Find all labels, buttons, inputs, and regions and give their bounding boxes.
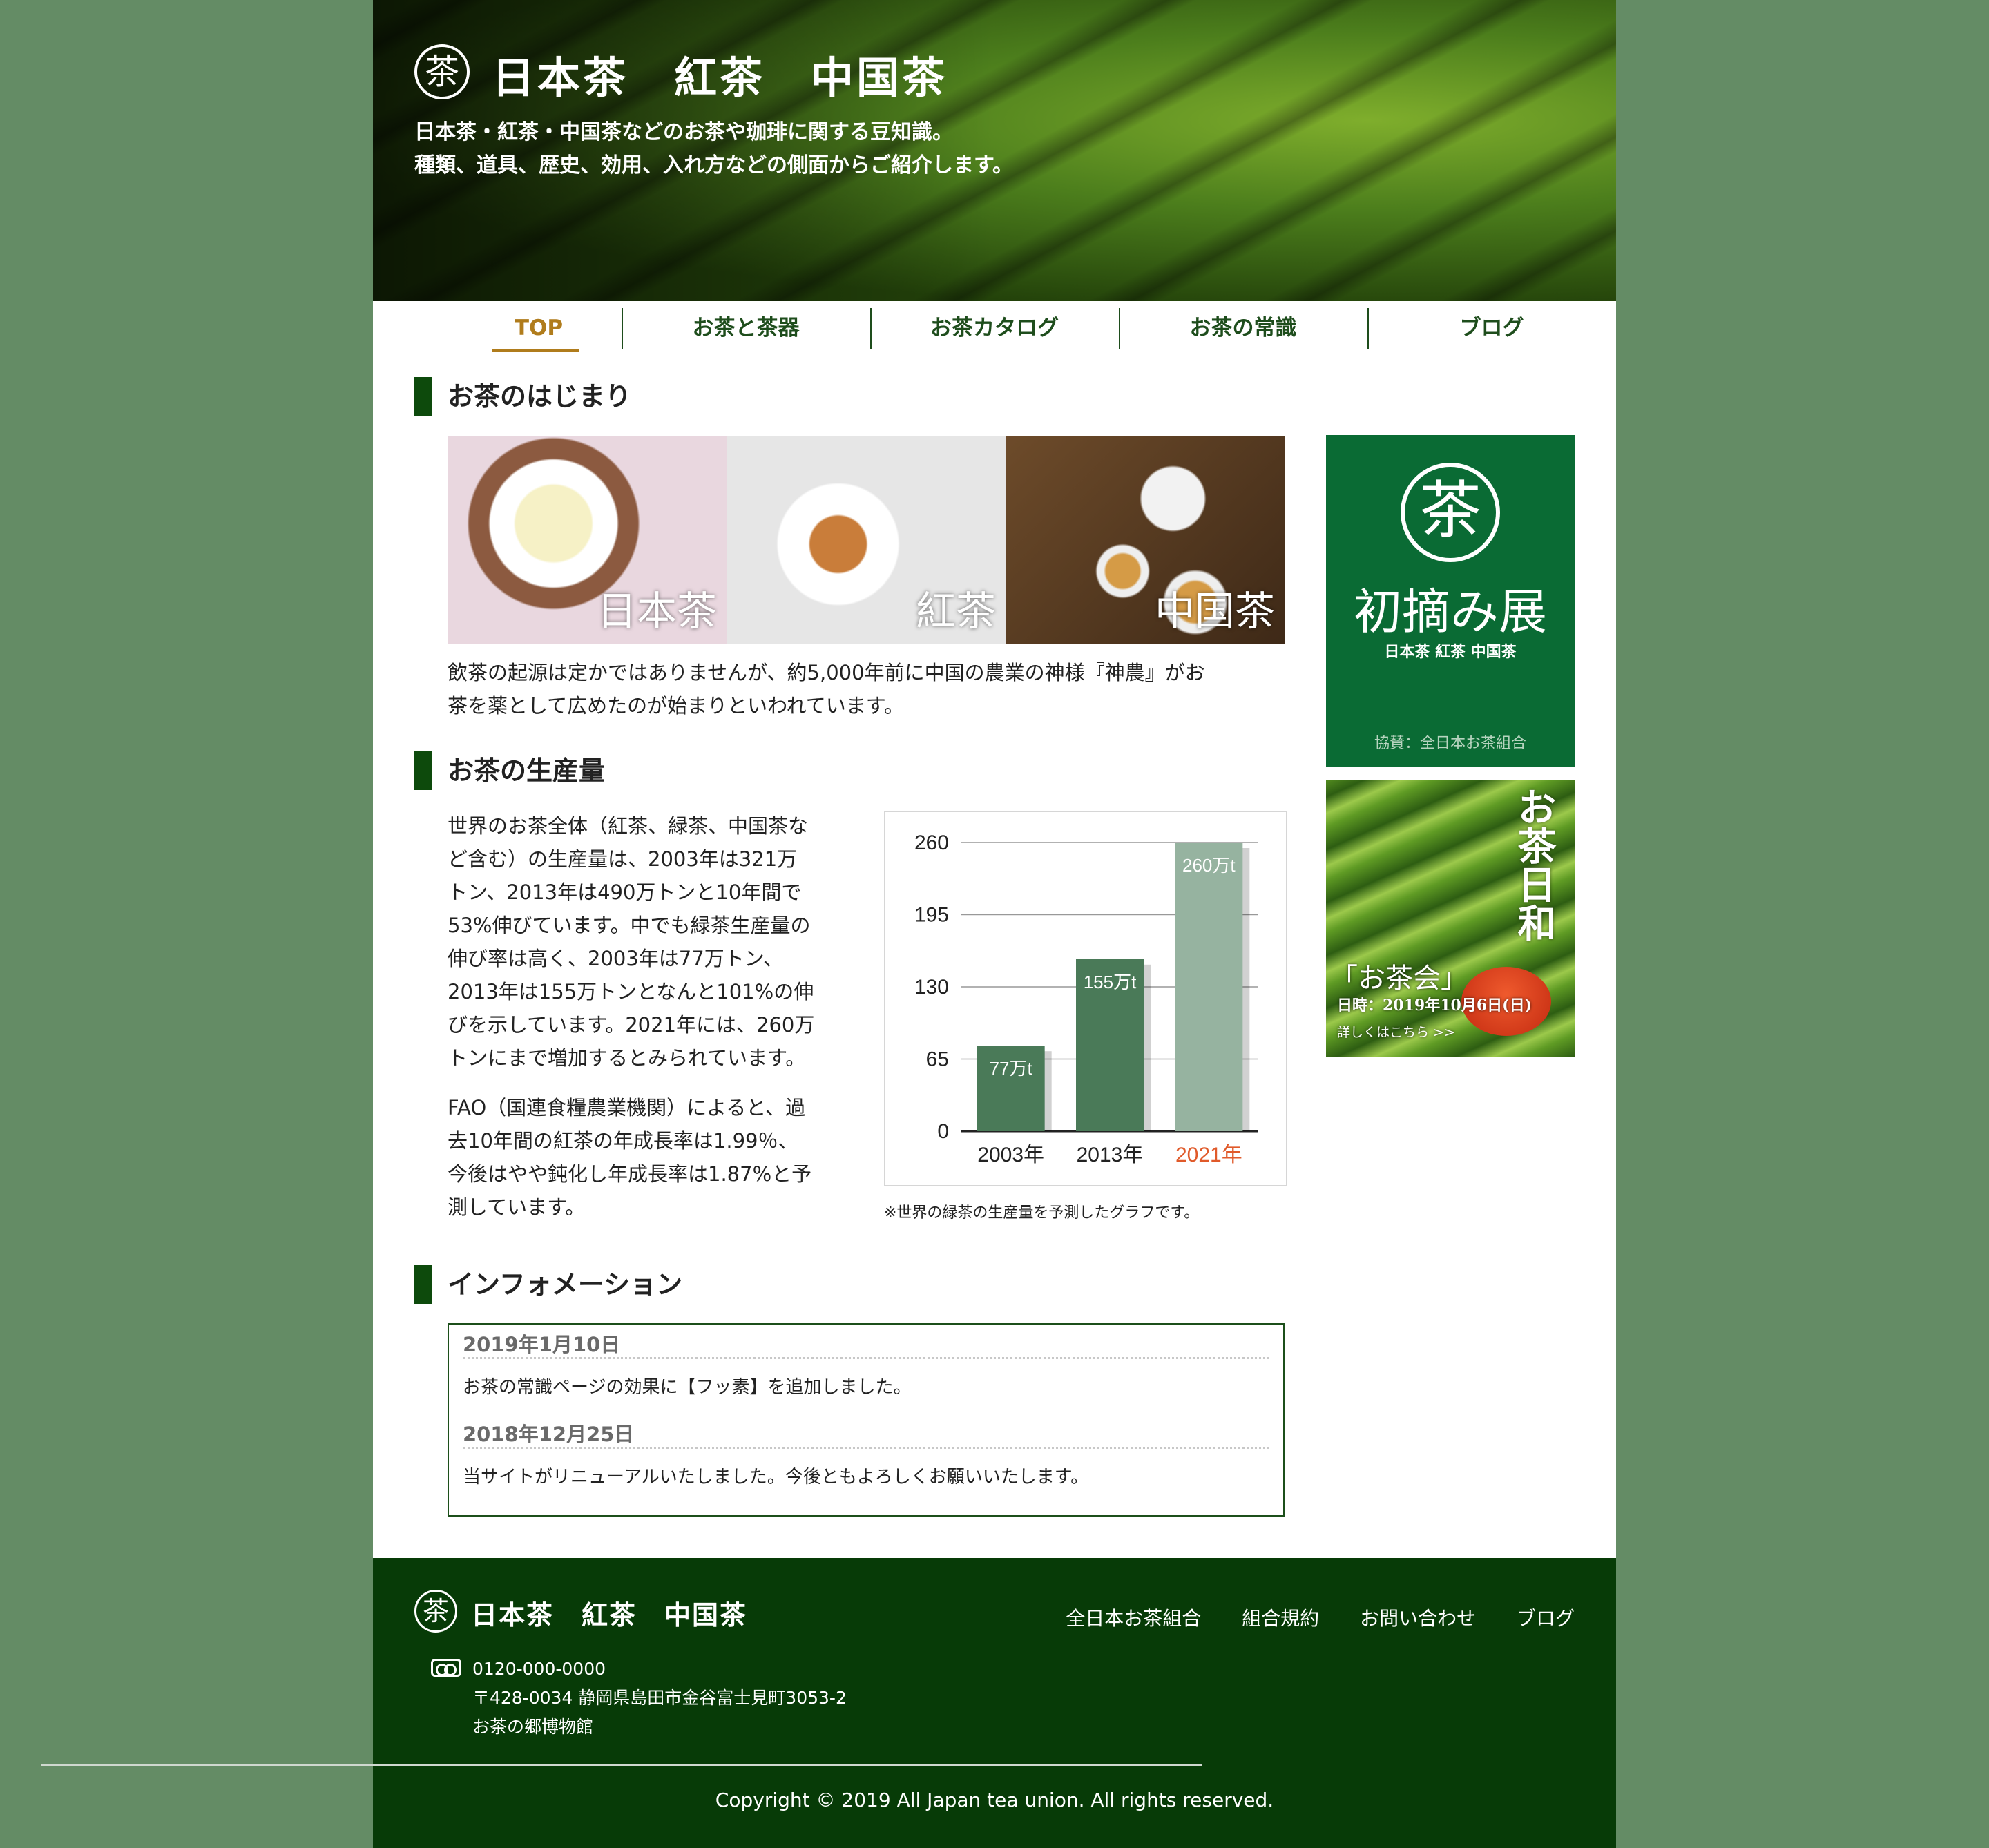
footer: 茶 日本茶 紅茶 中国茶 全日本お茶組合 組合規約 お問い合わせ ブログ 012…: [373, 1558, 1616, 1848]
footer-link-contact[interactable]: お問い合わせ: [1360, 1607, 1476, 1630]
origin-text: 飲茶の起源は定かではありませんが、約5,000年前に中国の農業の神様『神農』がお…: [448, 661, 1205, 718]
main-nav: TOP お茶と茶器 お茶カタログ お茶の常識 ブログ: [414, 308, 1658, 352]
footer-links: 全日本お茶組合 組合規約 お問い合わせ ブログ: [1031, 1604, 1575, 1631]
free-dial-icon: [431, 1659, 461, 1677]
copyright: Copyright © 2019 All Japan tea union. Al…: [715, 1789, 1274, 1811]
banner-title: 初摘み展: [1354, 584, 1547, 640]
data-label: 77万t: [990, 1058, 1033, 1079]
section-heading-info: インフォメーション: [414, 1265, 682, 1304]
tagline: 日本茶・紅茶・中国茶などのお茶や珈琲に関する豆知識。 種類、道具、歴史、効用、入…: [414, 116, 1013, 182]
x-tick-label: 2021年: [1175, 1144, 1242, 1166]
y-tick-label: 195: [914, 904, 949, 927]
footer-place: お茶の郷博物館: [472, 1717, 594, 1737]
footer-phone: 0120-000-0000: [472, 1659, 606, 1679]
footer-link-union[interactable]: 全日本お茶組合: [1066, 1607, 1201, 1630]
production-paragraph-2: FAO（国連食糧農業機関）によると、過 去10年間の紅茶の年成長率は1.99％、…: [448, 1096, 812, 1219]
y-tick-label: 65: [926, 1048, 949, 1071]
site-title[interactable]: 日本茶 紅茶 中国茶: [492, 43, 948, 105]
info-box: 2019年1月10日 お茶の常識ページの効果に【フッ素】を追加しました。 201…: [448, 1323, 1285, 1517]
photo-black-tea[interactable]: 紅茶: [727, 436, 1006, 644]
y-tick-label: 130: [914, 976, 949, 999]
section-heading-production: お茶の生産量: [414, 751, 605, 790]
banner-date: 日時：2019年10月6日(日): [1337, 997, 1532, 1014]
tea-logo-icon: 茶: [1401, 463, 1500, 562]
info-date: 2019年1月10日: [463, 1325, 1269, 1359]
footer-divider: [41, 1764, 1202, 1766]
banner-title: お茶日和: [1511, 787, 1557, 942]
y-tick-label: 0: [937, 1120, 949, 1143]
page: 茶 日本茶 紅茶 中国茶 日本茶・紅茶・中国茶などのお茶や珈琲に関する豆知識。 …: [373, 0, 1616, 1848]
tea-logo-icon[interactable]: 茶: [414, 1590, 457, 1633]
banner-subtitle: 日本茶 紅茶 中国茶: [1384, 644, 1517, 661]
x-tick-label: 2013年: [1077, 1144, 1144, 1166]
banner-first-picking[interactable]: 茶 初摘み展 日本茶 紅茶 中国茶 協賛：全日本お茶組合: [1326, 435, 1575, 767]
green-tea-chart: 0 65 130 195 260 77万t 2003年 155万t 2013年 260万t 2021…: [884, 811, 1287, 1186]
nav-item-tea-knowledge[interactable]: お茶の常識: [1119, 308, 1367, 349]
photo-caption: 紅茶: [915, 588, 996, 635]
tagline-line: 日本茶・紅茶・中国茶などのお茶や珈琲に関する豆知識。: [414, 120, 953, 144]
x-tick-label: 2003年: [977, 1144, 1044, 1166]
info-text[interactable]: 当サイトがリニューアルいたしました。今後ともよろしくお願いいたします。: [463, 1449, 1269, 1504]
bar: [1175, 843, 1243, 1131]
data-label: 260万t: [1182, 855, 1236, 876]
info-text[interactable]: お茶の常識ページの効果に【フッ素】を追加しました。: [463, 1359, 1269, 1414]
production-paragraph-1: 世界のお茶全体（紅茶、緑茶、中国茶な ど含む）の生産量は、2003年は321万 …: [448, 814, 815, 1070]
footer-address: 〒428-0034 静岡県島田市金谷富士見町3053-2: [472, 1688, 847, 1708]
footer-title[interactable]: 日本茶 紅茶 中国茶: [471, 1594, 747, 1632]
photo-caption: 日本茶: [596, 588, 717, 635]
footer-contact-info: 0120-000-0000 〒428-0034 静岡県島田市金谷富士見町3053…: [472, 1655, 847, 1742]
photo-japanese-tea[interactable]: 日本茶: [448, 436, 727, 644]
tagline-line: 種類、道具、歴史、効用、入れ方などの側面からご紹介します。: [414, 153, 1013, 177]
data-label: 155万t: [1084, 972, 1137, 992]
banner-more-link: 詳しくはこちら >>: [1337, 1025, 1455, 1040]
banner-sponsor: 協賛：全日本お茶組合: [1374, 735, 1526, 752]
footer-link-rules[interactable]: 組合規約: [1242, 1607, 1319, 1630]
tea-logo-icon[interactable]: 茶: [414, 44, 470, 99]
active-underline: [492, 349, 579, 352]
header-hero: 茶 日本茶 紅茶 中国茶 日本茶・紅茶・中国茶などのお茶や珈琲に関する豆知識。 …: [373, 0, 1616, 301]
tea-photo-strip: 日本茶 紅茶 中国茶: [448, 436, 1285, 644]
nav-item-catalog[interactable]: お茶カタログ: [870, 308, 1119, 349]
section-heading-origin: お茶のはじまり: [414, 377, 631, 416]
info-date: 2018年12月25日: [463, 1414, 1269, 1449]
photo-chinese-tea[interactable]: 中国茶: [1006, 436, 1285, 644]
nav-item-blog[interactable]: ブログ: [1367, 308, 1616, 349]
footer-link-blog[interactable]: ブログ: [1517, 1607, 1575, 1630]
chart-note: ※世界の緑茶の生産量を予測したグラフです。: [884, 1204, 1200, 1222]
banner-event: 「お茶会」: [1330, 963, 1468, 994]
nav-item-tea-and-ware[interactable]: お茶と茶器: [622, 308, 870, 349]
y-tick-label: 260: [914, 831, 949, 854]
photo-caption: 中国茶: [1154, 588, 1275, 635]
bar-chart: 0 65 130 195 260 77万t 2003年 155万t 2013年 260万t 2021…: [914, 831, 1258, 1166]
banner-tea-party[interactable]: お茶日和 「お茶会」 日時：2019年10月6日(日) 詳しくはこちら >>: [1326, 780, 1575, 1057]
